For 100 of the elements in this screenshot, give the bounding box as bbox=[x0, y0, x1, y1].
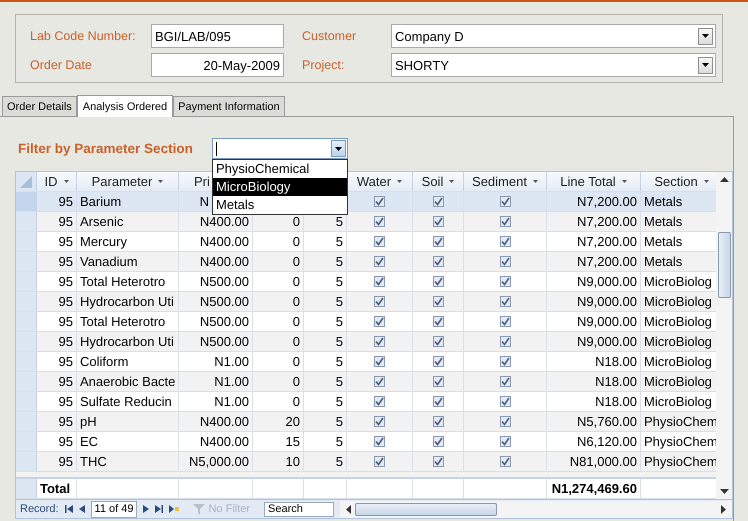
table-cell: 95 bbox=[58, 394, 73, 409]
checkbox[interactable] bbox=[432, 396, 444, 407]
record-position-field[interactable]: 11 of 49 bbox=[90, 500, 138, 518]
column-header[interactable]: Soil bbox=[422, 174, 444, 189]
checkbox[interactable] bbox=[500, 196, 510, 207]
checkbox[interactable] bbox=[500, 296, 510, 307]
checkbox[interactable] bbox=[432, 436, 444, 447]
table-row[interactable]: 95 pH N400.00 20 5 N5,760.00 PhysioChem bbox=[16, 412, 716, 432]
table-row[interactable]: 95 Anaerobic Bacte N1.00 0 5 N18.00 MicroBiolog bbox=[16, 372, 716, 392]
scroll-left-icon[interactable] bbox=[346, 504, 352, 514]
previous-record-icon[interactable] bbox=[78, 505, 85, 513]
checkbox[interactable] bbox=[374, 456, 385, 467]
checkbox[interactable] bbox=[374, 296, 385, 307]
dropdown-option[interactable]: MicroBiology bbox=[213, 178, 347, 196]
checkbox[interactable] bbox=[432, 216, 444, 227]
checkbox[interactable] bbox=[432, 376, 444, 387]
scroll-up-icon[interactable] bbox=[720, 177, 728, 182]
table-row[interactable]: 95 Mercury N400.00 0 5 N7,200.00 Metals bbox=[16, 232, 716, 252]
checkbox[interactable] bbox=[374, 236, 385, 247]
horizontal-scrollbar[interactable] bbox=[340, 500, 732, 518]
table-cell: 5 bbox=[336, 374, 343, 389]
tab[interactable]: Analysis Ordered bbox=[76, 95, 174, 117]
sort-arrow-icon[interactable] bbox=[64, 180, 68, 183]
sort-arrow-icon[interactable] bbox=[704, 180, 709, 183]
checkbox[interactable] bbox=[500, 256, 510, 267]
checkbox[interactable] bbox=[374, 416, 385, 427]
checkbox[interactable] bbox=[500, 376, 510, 387]
checkbox[interactable] bbox=[432, 336, 444, 347]
column-header[interactable]: Pri bbox=[194, 174, 210, 189]
table-row[interactable]: 95 THC N5,000.00 10 5 N81,000.00 PhysioChem bbox=[16, 452, 716, 472]
table-cell: 0 bbox=[292, 234, 300, 249]
column-header[interactable]: Parameter bbox=[92, 174, 152, 189]
checkbox[interactable] bbox=[500, 456, 510, 467]
checkbox[interactable] bbox=[432, 256, 444, 267]
scroll-thumb[interactable] bbox=[355, 502, 498, 516]
text-field[interactable]: BGI/LAB/095 bbox=[151, 24, 284, 48]
table-row[interactable]: 95 EC N400.00 15 5 N6,120.00 PhysioChem bbox=[16, 432, 716, 452]
column-header[interactable]: Sediment bbox=[472, 174, 527, 189]
table-cell: pH bbox=[80, 414, 97, 429]
scroll-down-icon[interactable] bbox=[720, 489, 728, 494]
checkbox[interactable] bbox=[432, 276, 444, 287]
checkbox[interactable] bbox=[374, 216, 385, 227]
table-row[interactable]: 95 Sulfate Reducin N1.00 0 5 N18.00 MicroBiolog bbox=[16, 392, 716, 412]
checkbox[interactable] bbox=[432, 196, 444, 207]
checkbox[interactable] bbox=[500, 416, 510, 427]
checkbox[interactable] bbox=[500, 316, 510, 327]
checkbox[interactable] bbox=[374, 276, 385, 287]
dropdown-option[interactable]: PhysioChemical bbox=[213, 160, 347, 178]
checkbox[interactable] bbox=[500, 396, 510, 407]
checkbox[interactable] bbox=[432, 456, 444, 467]
checkbox[interactable] bbox=[432, 236, 444, 247]
checkbox[interactable] bbox=[500, 236, 510, 247]
sort-arrow-icon[interactable] bbox=[158, 180, 164, 183]
text-field[interactable]: 20-May-2009 bbox=[151, 53, 284, 77]
checkbox[interactable] bbox=[374, 336, 385, 347]
dropdown-option[interactable]: Metals bbox=[213, 196, 347, 214]
column-header[interactable]: Line Total bbox=[560, 174, 616, 189]
new-record-icon[interactable] bbox=[169, 505, 180, 513]
checkbox[interactable] bbox=[374, 196, 385, 207]
checkbox[interactable] bbox=[432, 356, 444, 367]
table-cell: 0 bbox=[292, 294, 300, 309]
checkbox[interactable] bbox=[374, 376, 385, 387]
table-row[interactable]: 95 Vanadium N400.00 0 5 N7,200.00 Metals bbox=[16, 252, 716, 272]
table-row[interactable]: 95 Coliform N1.00 0 5 N18.00 MicroBiolog bbox=[16, 352, 716, 372]
table-row[interactable]: 95 Total Heterotro N500.00 0 5 N9,000.00 MicroBiolog bbox=[16, 272, 716, 292]
checkbox[interactable] bbox=[374, 316, 385, 327]
tab[interactable]: Payment Information bbox=[173, 96, 285, 116]
checkbox[interactable] bbox=[500, 216, 510, 227]
checkbox[interactable] bbox=[500, 436, 510, 447]
checkbox[interactable] bbox=[500, 276, 510, 287]
table-row[interactable]: 95 Hydrocarbon Uti N500.00 0 5 N9,000.00 MicroBiolog bbox=[16, 292, 716, 312]
checkbox[interactable] bbox=[500, 336, 510, 347]
search-field[interactable]: Search bbox=[264, 502, 334, 516]
checkbox[interactable] bbox=[432, 296, 444, 307]
sort-arrow-icon[interactable] bbox=[622, 180, 627, 183]
combo-box[interactable]: SHORTY bbox=[391, 53, 716, 77]
column-header[interactable]: ID bbox=[44, 174, 58, 189]
table-row[interactable]: 95 Total Heterotro N500.00 0 5 N9,000.00 MicroBiolog bbox=[16, 312, 716, 332]
last-record-icon[interactable] bbox=[155, 505, 164, 513]
checkbox[interactable] bbox=[500, 356, 510, 367]
checkbox[interactable] bbox=[374, 256, 385, 267]
combo-box[interactable]: Company D bbox=[391, 24, 716, 48]
checkbox[interactable] bbox=[374, 356, 385, 367]
sort-arrow-icon[interactable] bbox=[397, 180, 402, 183]
checkbox[interactable] bbox=[432, 416, 444, 427]
column-header[interactable]: Section bbox=[654, 174, 698, 189]
scroll-thumb[interactable] bbox=[718, 232, 731, 298]
checkbox[interactable] bbox=[374, 396, 385, 407]
first-record-icon[interactable] bbox=[64, 505, 73, 513]
vertical-scrollbar[interactable] bbox=[716, 172, 732, 499]
sort-arrow-icon[interactable] bbox=[449, 180, 454, 183]
checkbox[interactable] bbox=[374, 436, 385, 447]
table-row[interactable]: 95 Arsenic N400.00 0 5 N7,200.00 Metals bbox=[16, 212, 716, 232]
tab[interactable]: Order Details bbox=[2, 96, 77, 116]
next-record-icon[interactable] bbox=[143, 505, 150, 513]
sort-arrow-icon[interactable] bbox=[532, 180, 538, 183]
checkbox[interactable] bbox=[432, 316, 444, 327]
column-header[interactable]: Water bbox=[356, 174, 392, 189]
table-row[interactable]: 95 Hydrocarbon Uti N500.00 0 5 N9,000.00 MicroBiolog bbox=[16, 332, 716, 352]
scroll-right-icon[interactable] bbox=[721, 504, 726, 514]
